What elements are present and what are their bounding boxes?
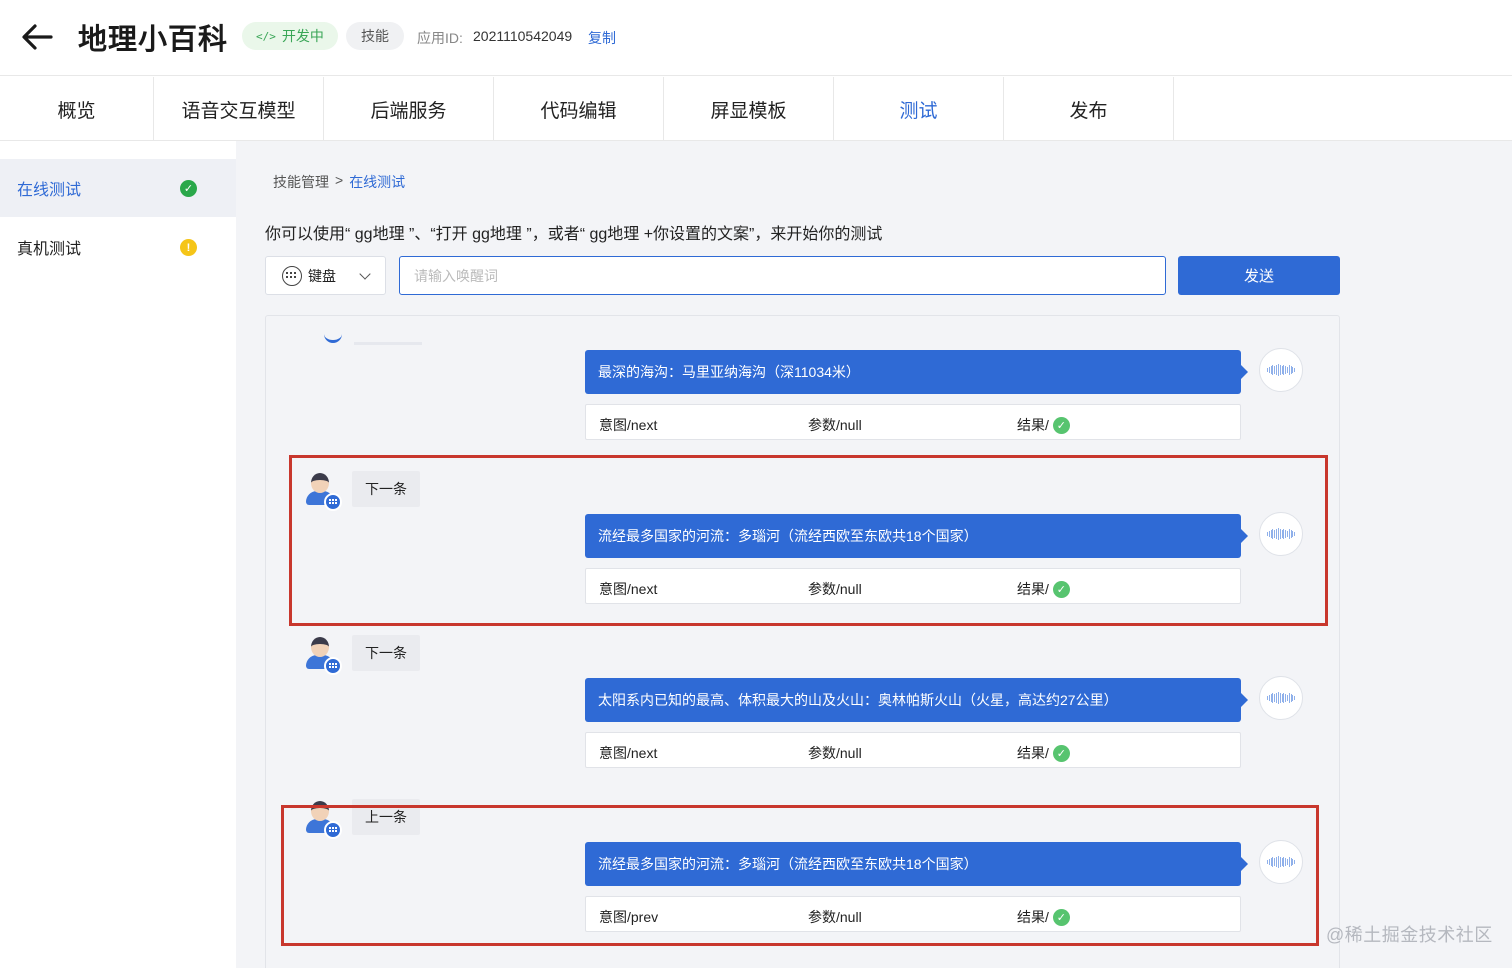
code-icon: </> (256, 29, 276, 43)
user-bubble: 下一条 (352, 635, 420, 671)
params-label: 参数/null (808, 745, 862, 761)
result-meta-row: 意图/next 参数/null 结果/ ✓ (585, 568, 1241, 604)
user-message: 下一条 (302, 633, 422, 675)
status-badge: </> 开发中 (242, 22, 338, 50)
intent-label: 意图/next (599, 745, 658, 761)
intent-label: 意图/prev (599, 909, 659, 925)
send-button[interactable]: 发送 (1178, 256, 1340, 295)
result-label: 结果/ ✓ (1017, 907, 1070, 927)
input-mode-select[interactable]: 键盘 (265, 256, 386, 295)
app-header: 地理小百科 </> 开发中 技能 应用ID: 2021110542049 复制 (0, 0, 1512, 76)
app-id-value: 2021110542049 (473, 28, 573, 44)
user-bubble: 上一条 (352, 799, 420, 835)
sidebar-item-label: 真机测试 (17, 241, 82, 258)
wake-word-input[interactable] (399, 256, 1166, 295)
chevron-down-icon (359, 268, 371, 280)
avatar (324, 334, 342, 343)
tab-voice-model[interactable]: 语音交互模型 (154, 77, 324, 141)
result-text: 结果/ (1017, 417, 1049, 433)
type-badge: 技能 (346, 22, 404, 50)
result-meta-row: 意图/next 参数/null 结果/ ✓ (585, 732, 1241, 768)
bot-avatar (1259, 840, 1303, 884)
params-label: 参数/null (808, 581, 862, 597)
user-avatar (302, 633, 344, 675)
user-bubble: 下一条 (352, 471, 420, 507)
bot-avatar (1259, 512, 1303, 556)
sidebar-item-online-test[interactable]: 在线测试 ✓ (0, 159, 236, 217)
user-message: 下一条 (302, 469, 422, 511)
bot-response-bubble: 太阳系内已知的最高、体积最大的山及火山：奥林帕斯火山（火星，高达约27公里） (585, 678, 1248, 722)
result-label: 结果/ ✓ (1017, 743, 1070, 763)
user-bubble (354, 342, 422, 345)
user-message: 上一条 (302, 797, 422, 839)
sidebar-item-device-test[interactable]: 真机测试 ! (0, 218, 236, 276)
main-content: 技能管理 > 在线测试 你可以使用“ gg地理 ”、“打开 gg地理 ”，或者“… (236, 141, 1512, 968)
check-icon: ✓ (1052, 744, 1070, 762)
watermark: @稀土掘金技术社区 (1326, 925, 1493, 945)
sidebar: 在线测试 ✓ 真机测试 ! (0, 141, 236, 968)
keyboard-icon (282, 265, 302, 286)
intent-label: 意图/next (599, 581, 658, 597)
result-label: 结果/ ✓ (1017, 579, 1070, 599)
user-avatar (302, 469, 344, 511)
result-meta-row: 意图/next 参数/null 结果/ ✓ (585, 404, 1241, 440)
intent-label: 意图/next (599, 417, 658, 433)
app-id-label: 应用ID: (417, 30, 463, 46)
breadcrumb-current: 在线测试 (349, 174, 406, 190)
tab-publish[interactable]: 发布 (1004, 77, 1174, 141)
voice-wave-icon (1267, 528, 1295, 540)
result-label: 结果/ ✓ (1017, 415, 1070, 435)
voice-wave-icon (1267, 364, 1295, 376)
result-text: 结果/ (1017, 581, 1049, 597)
tab-code-editor[interactable]: 代码编辑 (494, 77, 664, 141)
tab-overview[interactable]: 概览 (0, 77, 154, 141)
breadcrumb: 技能管理 > 在线测试 (273, 172, 405, 192)
main-tabs: 概览 语音交互模型 后端服务 代码编辑 屏显模板 测试 发布 (0, 77, 1512, 141)
bot-response-bubble: 最深的海沟：马里亚纳海沟（深11034米） (585, 350, 1248, 394)
check-icon: ✓ (1052, 908, 1070, 926)
tab-display-template[interactable]: 屏显模板 (664, 77, 834, 141)
copy-link[interactable]: 复制 (588, 28, 616, 48)
check-icon: ✓ (1052, 580, 1070, 598)
result-text: 结果/ (1017, 909, 1049, 925)
breadcrumb-separator: > (335, 172, 344, 188)
tab-backend[interactable]: 后端服务 (324, 77, 494, 141)
input-mode-label: 键盘 (308, 267, 336, 284)
breadcrumb-parent[interactable]: 技能管理 (273, 172, 329, 192)
voice-wave-icon (1267, 856, 1295, 868)
status-badge-label: 开发中 (281, 28, 324, 44)
app-title: 地理小百科 (78, 24, 229, 56)
bot-response-bubble: 流经最多国家的河流：多瑙河（流经西欧至东欧共18个国家） (585, 842, 1248, 886)
result-text: 结果/ (1017, 745, 1049, 761)
params-label: 参数/null (808, 909, 862, 925)
conversation-panel[interactable]: 最深的海沟：马里亚纳海沟（深11034米） 意图/next 参数/null 结果… (265, 315, 1340, 968)
result-meta-row: 意图/prev 参数/null 结果/ ✓ (585, 896, 1241, 932)
back-arrow-icon[interactable] (20, 22, 54, 52)
success-status-icon: ✓ (180, 180, 197, 197)
test-instruction: 你可以使用“ gg地理 ”、“打开 gg地理 ”，或者“ gg地理 +你设置的文… (265, 226, 883, 243)
warning-status-icon: ! (180, 239, 197, 256)
bot-avatar (1259, 348, 1303, 392)
voice-wave-icon (1267, 692, 1295, 704)
check-icon: ✓ (1052, 416, 1070, 434)
user-avatar (302, 797, 344, 839)
bot-response-bubble: 流经最多国家的河流：多瑙河（流经西欧至东欧共18个国家） (585, 514, 1248, 558)
params-label: 参数/null (808, 417, 862, 433)
tab-test[interactable]: 测试 (834, 77, 1004, 141)
bot-avatar (1259, 676, 1303, 720)
sidebar-item-label: 在线测试 (17, 182, 82, 199)
